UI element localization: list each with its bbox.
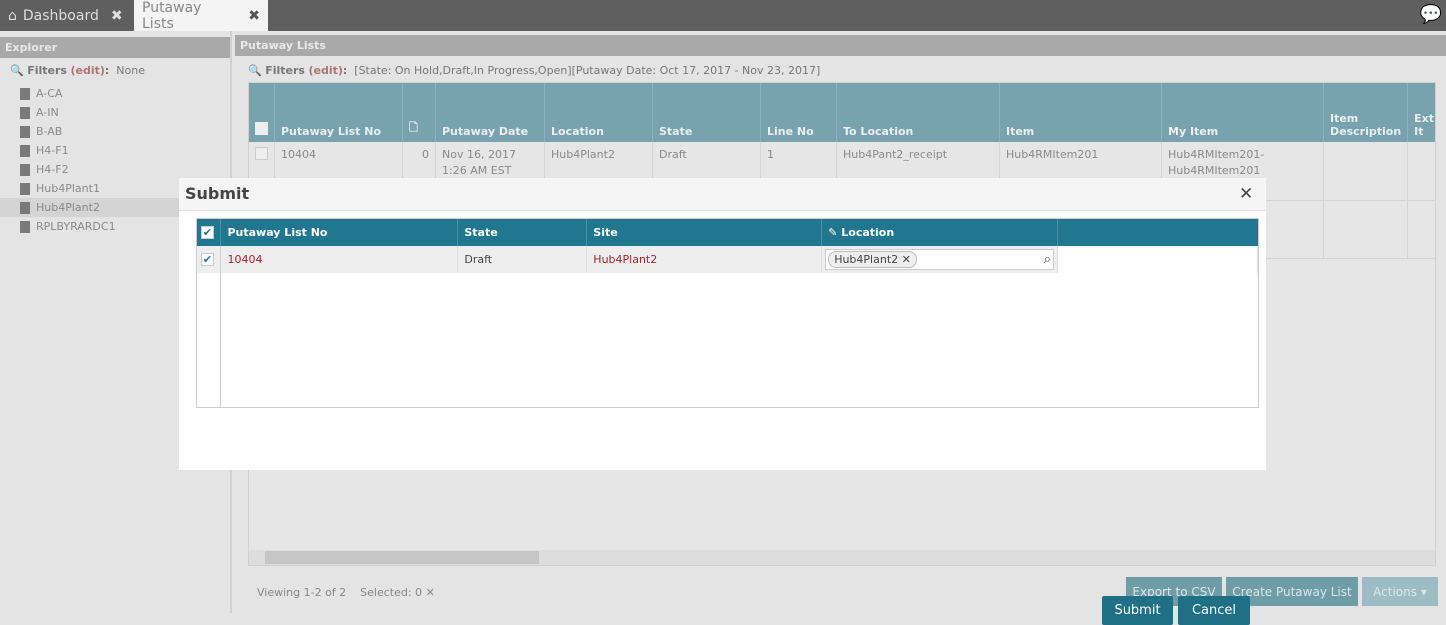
tree-item[interactable]: H4-F1 [0,141,230,160]
clear-selection-icon[interactable]: ✕ [426,586,435,599]
cancel-button[interactable]: Cancel [1178,596,1250,625]
document-icon [20,163,30,176]
filters-label: Filters [265,64,305,77]
close-icon[interactable]: ✕ [1239,184,1253,204]
document-icon [20,201,30,214]
location-input[interactable]: Hub4Plant2 ✕ ⌕ [821,246,1059,273]
search-icon: 🔍 [10,64,24,77]
cell-state: Draft [457,246,588,273]
col-ext-item[interactable]: Ext It [1407,83,1435,142]
cell-desc [1323,142,1409,201]
dialog-header [179,178,1266,211]
col-state[interactable]: State [457,219,588,246]
filters-label: Filters [27,64,67,77]
cell-ext [1407,142,1435,201]
col-putaway-list-no[interactable]: Putaway List No [274,83,403,142]
home-icon: ⌂ [8,7,17,24]
cell-no[interactable]: 10404 [220,246,459,273]
submit-button[interactable]: Submit [1102,596,1173,625]
main-filters: 🔍 Filters (edit): [State: On Hold,Draft,… [248,64,821,77]
filters-value: None [116,64,145,77]
tab-label: Dashboard [22,7,99,24]
edit-pencil-icon: ✎ [828,226,838,239]
col-to-location[interactable]: To Location [836,83,1000,142]
search-icon: 🔍 [248,64,262,77]
remove-token-icon[interactable]: ✕ [902,253,911,266]
chat-icon[interactable]: 💬 [1420,4,1442,25]
row-checkbox[interactable]: ✔ [197,246,222,273]
col-location-label: Location [841,226,895,239]
close-icon[interactable]: ✖ [111,8,123,24]
tab-label: Putaway Lists [142,0,202,32]
tree-item-label: H4-F2 [36,163,69,176]
cell-site[interactable]: Hub4Plant2 [586,246,823,273]
actions-button[interactable]: Actions ▾ [1362,577,1438,606]
document-icon [20,87,30,100]
document-icon [20,182,30,195]
attachment-icon[interactable]: 🗋 [402,83,436,142]
col-putaway-list-no[interactable]: Putaway List No [220,219,459,246]
tab-putaway-lists[interactable]: Putaway Lists ✖ [134,0,268,32]
colon: : [104,64,110,77]
tree-item[interactable]: H4-F2 [0,160,230,179]
col-item[interactable]: Item [999,83,1162,142]
filters-value: [State: On Hold,Draft,In Progress,Open][… [354,64,821,77]
submit-dialog: Submit ✕ ✔ Putaway List No State Site ✎ … [179,178,1266,625]
footer-status: Viewing 1-2 of 2 Selected: 0 ✕ [257,586,435,599]
tree-item-label: Hub4Plant2 [36,201,100,214]
tree-item[interactable]: A-CA [0,84,230,103]
document-icon [20,125,30,138]
dialog-grid: ✔ Putaway List No State Site ✎ Location … [196,218,1259,408]
col-location[interactable]: Location [544,83,653,142]
close-icon[interactable]: ✖ [248,8,260,24]
selected-count: Selected: 0 [360,586,423,599]
col-line-no[interactable]: Line No [760,83,837,142]
tree-item-label: B-AB [36,125,63,138]
explorer-header: Explorer [0,37,230,58]
tree-item-label: A-IN [36,106,59,119]
col-my-item[interactable]: My Item [1161,83,1324,142]
horizontal-scrollbar[interactable] [249,550,1435,565]
tree-item[interactable]: B-AB [0,122,230,141]
tree-item-label: H4-F1 [36,144,69,157]
dialog-row[interactable]: ✔ 10404 Draft Hub4Plant2 Hub4Plant2 ✕ ⌕ [197,246,1258,273]
main-header: Putaway Lists [235,35,1446,56]
tree-item[interactable]: A-IN [0,103,230,122]
tree-item-label: Hub4Plant1 [36,182,100,195]
document-icon [20,220,30,233]
caret-down-icon: ▾ [1420,584,1427,599]
document-icon [20,144,30,157]
col-putaway-date[interactable]: Putaway Date [435,83,545,142]
tab-dashboard[interactable]: ⌂ Dashboard ✖ [0,0,133,31]
explorer-filters: 🔍 Filters (edit): None [10,64,145,77]
col-item-description[interactable]: Item Description [1323,83,1409,142]
location-token-label: Hub4Plant2 [834,253,899,266]
scrollbar-thumb[interactable] [265,551,539,564]
document-icon [20,106,30,119]
filters-edit-link[interactable]: (edit) [70,64,104,77]
actions-label: Actions [1373,584,1417,599]
tree-item-label: RPLBYRARDC1 [36,220,116,233]
col-state[interactable]: State [652,83,761,142]
dialog-title: Submit [185,184,250,203]
col-location[interactable]: ✎ Location [821,219,1059,246]
lookup-icon[interactable]: ⌕ [1044,252,1051,267]
select-all-checkbox[interactable] [249,83,275,142]
col-site[interactable]: Site [586,219,823,246]
location-token: Hub4Plant2 ✕ [828,251,917,268]
filters-edit-link[interactable]: (edit) [308,64,342,77]
tree-item-label: A-CA [36,87,63,100]
select-all-checkbox[interactable]: ✔ [197,219,222,246]
viewing-count: Viewing 1-2 of 2 [257,586,347,599]
